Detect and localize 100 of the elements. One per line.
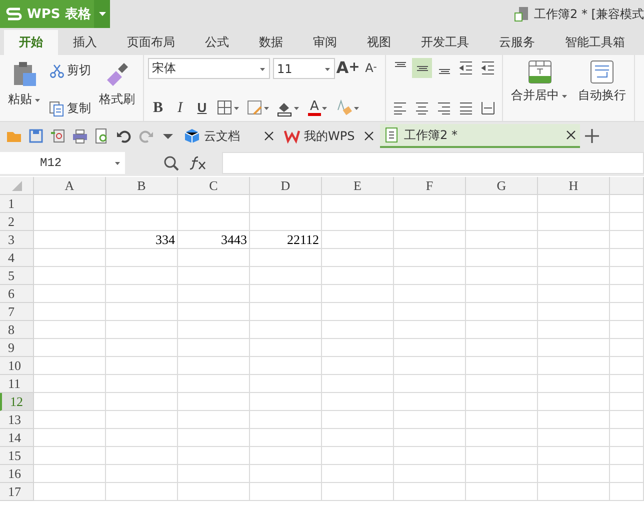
column-header[interactable] (610, 177, 644, 195)
table-cell[interactable] (394, 303, 466, 321)
table-cell[interactable] (610, 483, 644, 501)
redo-icon[interactable] (138, 128, 154, 144)
table-cell[interactable] (106, 267, 178, 285)
table-cell[interactable] (610, 393, 644, 411)
table-cell[interactable] (610, 285, 644, 303)
row-header[interactable]: 10 (0, 357, 34, 375)
table-cell[interactable] (178, 357, 250, 375)
table-cell[interactable] (394, 357, 466, 375)
table-cell[interactable] (466, 447, 538, 465)
table-cell[interactable] (34, 393, 106, 411)
table-cell[interactable] (322, 465, 394, 483)
table-cell[interactable] (466, 375, 538, 393)
format-painter-button[interactable]: 格式刷 (95, 58, 139, 118)
table-cell[interactable] (538, 231, 610, 249)
table-cell[interactable] (466, 195, 538, 213)
table-cell[interactable] (610, 267, 644, 285)
table-cell[interactable] (466, 483, 538, 501)
document-tab[interactable]: 工作簿2 * (380, 124, 580, 148)
table-cell[interactable] (34, 339, 106, 357)
table-cell[interactable] (394, 447, 466, 465)
table-cell[interactable] (178, 285, 250, 303)
paste-button[interactable]: 粘贴 (4, 58, 45, 118)
table-cell[interactable] (106, 303, 178, 321)
table-cell[interactable] (34, 375, 106, 393)
table-cell[interactable] (610, 213, 644, 231)
row-header[interactable]: 3 (0, 231, 34, 249)
table-cell[interactable] (610, 249, 644, 267)
copy-button[interactable]: 复制 (47, 99, 93, 118)
table-cell[interactable] (538, 303, 610, 321)
table-cell[interactable] (610, 339, 644, 357)
table-cell[interactable] (394, 267, 466, 285)
column-header[interactable]: G (466, 177, 538, 195)
table-cell[interactable] (610, 321, 644, 339)
font-size-dropdown[interactable]: 11 (273, 58, 335, 79)
column-header[interactable]: C (178, 177, 250, 195)
row-header[interactable]: 7 (0, 303, 34, 321)
table-cell[interactable] (538, 393, 610, 411)
table-cell[interactable] (394, 465, 466, 483)
table-cell[interactable] (610, 195, 644, 213)
table-cell[interactable] (106, 447, 178, 465)
row-header[interactable]: 5 (0, 267, 34, 285)
export-pdf-icon[interactable] (50, 128, 66, 144)
table-cell[interactable] (322, 411, 394, 429)
ribbon-tab[interactable]: 智能工具箱 (550, 30, 640, 55)
borders-icon[interactable] (216, 99, 233, 117)
row-header[interactable]: 13 (0, 411, 34, 429)
table-cell[interactable] (106, 429, 178, 447)
table-cell[interactable] (106, 213, 178, 231)
document-tab[interactable]: 云文档 (180, 124, 278, 148)
table-cell[interactable] (394, 483, 466, 501)
plus-icon[interactable] (585, 129, 599, 143)
table-cell[interactable] (466, 249, 538, 267)
table-cell[interactable] (466, 357, 538, 375)
table-cell[interactable] (34, 303, 106, 321)
italic-button[interactable]: I (170, 98, 190, 118)
table-cell[interactable] (466, 429, 538, 447)
formula-input[interactable] (222, 152, 644, 174)
table-cell[interactable]: 22112 (250, 231, 322, 249)
table-cell[interactable] (322, 321, 394, 339)
table-cell[interactable] (250, 357, 322, 375)
table-cell[interactable] (250, 393, 322, 411)
table-cell[interactable] (322, 483, 394, 501)
table-cell[interactable] (178, 213, 250, 231)
ribbon-tab[interactable]: 页面布局 (112, 30, 190, 55)
table-cell[interactable] (538, 321, 610, 339)
align-left-icon[interactable] (393, 101, 407, 115)
caret-icon[interactable] (98, 11, 106, 17)
table-cell[interactable] (178, 375, 250, 393)
table-cell[interactable] (34, 285, 106, 303)
row-header[interactable]: 16 (0, 465, 34, 483)
table-cell[interactable] (250, 465, 322, 483)
table-cell[interactable] (466, 303, 538, 321)
table-cell[interactable] (34, 429, 106, 447)
table-cell[interactable] (250, 267, 322, 285)
merge-center-button[interactable]: 合并居中 (507, 58, 572, 118)
clear-format-icon[interactable] (336, 99, 353, 117)
ribbon-tab[interactable]: 审阅 (298, 30, 352, 55)
wrap-text-button[interactable]: 自动换行 (574, 58, 630, 118)
save-icon[interactable] (28, 128, 44, 144)
column-header[interactable]: B (106, 177, 178, 195)
table-cell[interactable] (106, 321, 178, 339)
table-cell[interactable] (178, 429, 250, 447)
table-cell[interactable] (34, 411, 106, 429)
row-header[interactable]: 6 (0, 285, 34, 303)
table-cell[interactable] (178, 465, 250, 483)
table-cell[interactable] (610, 231, 644, 249)
table-cell[interactable] (106, 249, 178, 267)
table-cell[interactable] (466, 339, 538, 357)
table-cell[interactable] (250, 483, 322, 501)
underline-button[interactable]: U (192, 98, 212, 118)
table-cell[interactable] (394, 231, 466, 249)
close-icon[interactable] (364, 131, 374, 141)
table-cell[interactable] (394, 375, 466, 393)
table-cell[interactable] (538, 429, 610, 447)
table-cell[interactable] (250, 375, 322, 393)
caret-icon[interactable] (233, 105, 240, 111)
row-header[interactable]: 15 (0, 447, 34, 465)
ribbon-tab[interactable]: 数据 (244, 30, 298, 55)
